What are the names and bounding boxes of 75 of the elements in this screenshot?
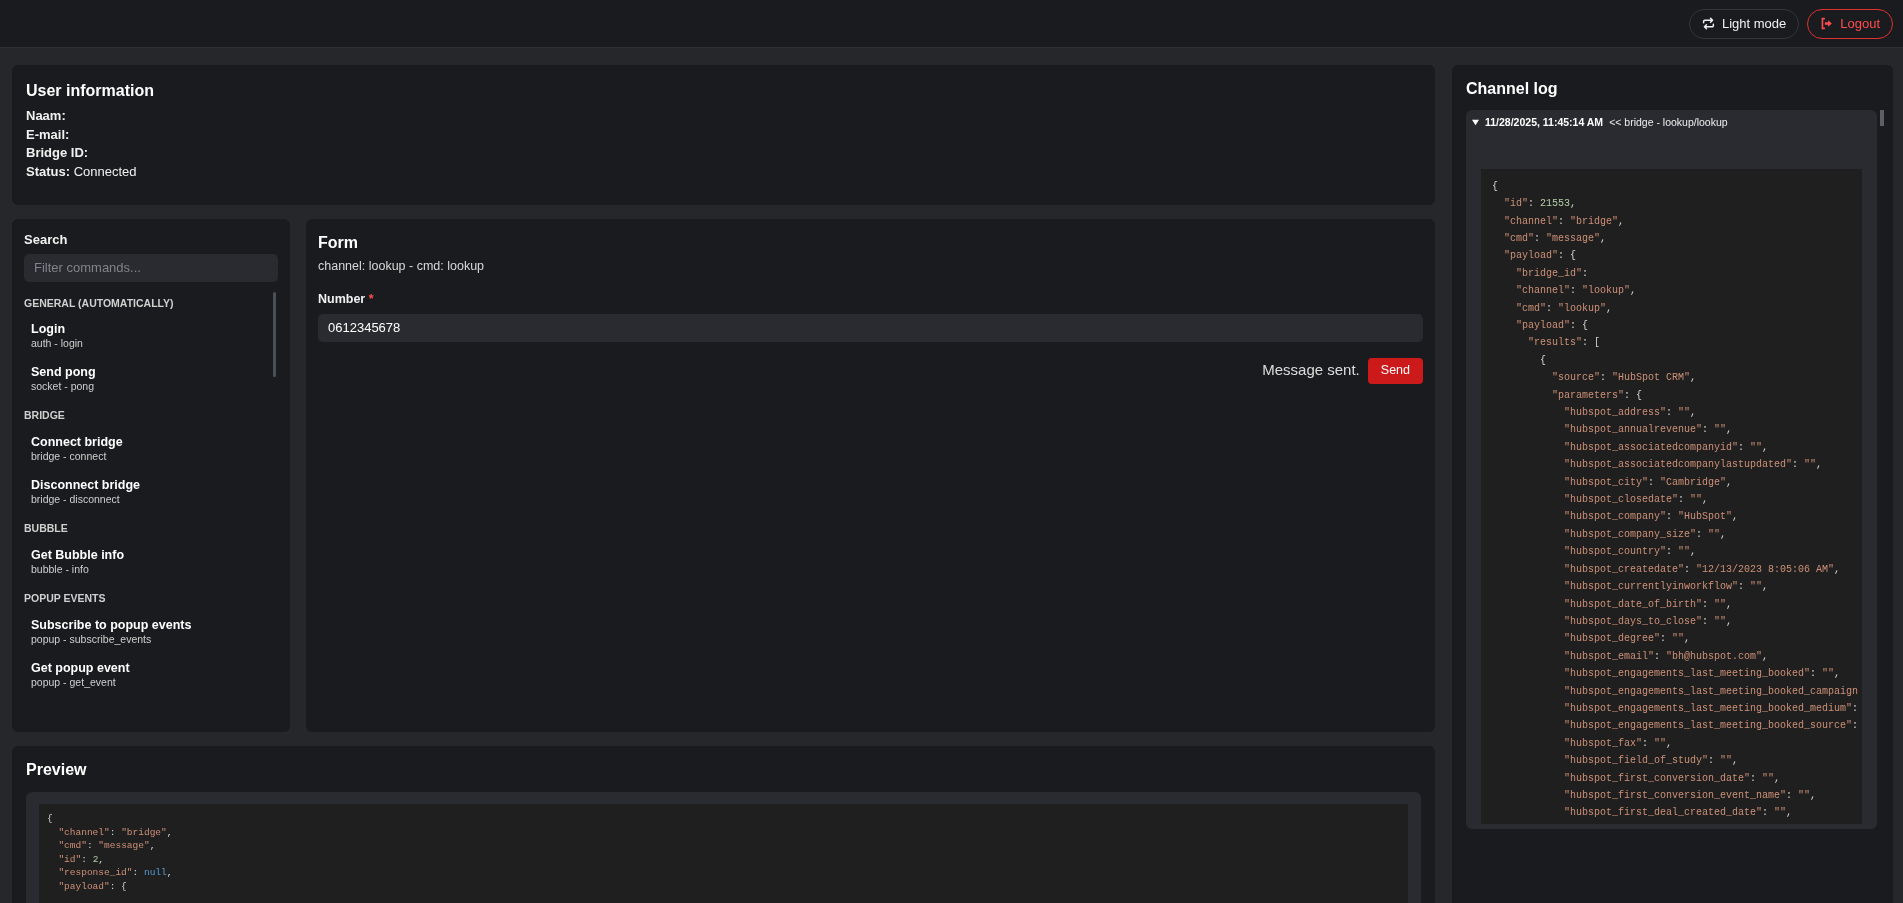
code-line: "hubspot_degree": "", [1563,632,1692,647]
code-line: "cmd": "message", [1503,231,1608,246]
code-line: "hubspot_engagements_last_meeting_booked_campaign [1563,684,1860,699]
disclosure-triangle-icon[interactable] [1472,119,1479,127]
code-line: "parameters": { [1551,388,1644,403]
group-heading: BUBBLE [24,521,69,536]
code-line: "payload": { [1503,249,1578,264]
group-heading: BRIDGE [24,408,66,424]
code-line: "payload": { [57,879,128,894]
code-line: "hubspot_email": "bh@hubspot.com", [1563,649,1770,664]
command-item[interactable]: Login auth - login [24,314,278,358]
command-item[interactable]: Get Bubble info bubble - info [24,539,278,583]
code-line: "hubspot_createdate": "12/13/2023 8:05:06 AM", [1563,562,1842,577]
code-line: { [1539,353,1547,368]
code-line: "hubspot_city": "Cambridge", [1563,475,1734,490]
log-entry-header[interactable]: 11/28/2025, 11:45:14 AM << bridge - lookup/lookup [1466,110,1877,136]
field-label: Number * [318,290,375,308]
code-line: "hubspot_first_deal_created_date": "", [1563,806,1794,821]
code-line: "hubspot_currentlyinworkflow": "", [1563,580,1770,595]
code-line: "payload": { [1515,319,1590,333]
code-line: "hubspot_days_to_close": "", [1563,614,1734,629]
code-line: "channel": "bridge", [57,825,174,840]
card-title: Preview [26,760,88,780]
card-title: Channel log [1466,79,1559,99]
code-line: "hubspot_country": "", [1563,545,1698,560]
group-heading: POPUP EVENTS [24,590,107,606]
code-line: "source": "HubSpot CRM", [1551,371,1698,386]
code-line: "hubspot_engagements_last_meeting_booked": "", [1563,667,1842,682]
form-title: Form [318,233,359,253]
group-heading: GENERAL (AUTOMATICALLY) [24,295,175,311]
code-line: "response_id": null, [57,866,174,880]
code-line: "channel": "lookup", [1515,284,1638,299]
code-line: "hubspot_first_conversion_date": "", [1563,771,1782,786]
search-field[interactable]: Filter commands... [24,253,278,282]
send-button[interactable]: Send [1367,357,1423,384]
code-line: { [1492,179,1499,194]
code-line: "hubspot_date_of_birth": "", [1563,597,1734,612]
command-item[interactable]: Disconnect bridge bridge - disconnect [24,470,278,513]
card-title: User information [26,81,155,101]
code-line: "hubspot_closedate": "", [1563,493,1710,508]
code-line: "hubspot_associatedcompanylastupdated": "", [1563,458,1824,473]
code-line: "cmd": "lookup", [1515,301,1614,316]
command-item[interactable]: Subscribe to popup events popup - subscribe_events [24,609,278,653]
code-line: "hubspot_fax": "", [1563,736,1674,751]
code-line: "hubspot_associatedcompanyid": "", [1563,440,1770,455]
code-line: "hubspot_engagements_last_meeting_booked_medium": [1563,701,1860,716]
code-line: "hubspot_address": "", [1563,406,1698,421]
code-line: "bridge_id": [1515,266,1590,281]
command-item[interactable]: Get popup event popup - get_event [24,652,278,696]
command-item[interactable]: Send pong socket - pong [24,357,278,401]
code-line: "hubspot_company": "HubSpot", [1563,510,1740,525]
code-line: "hubspot_first_conversion_event_name": "", [1563,788,1818,803]
info-line: Naam: [26,107,67,125]
form-subtitle: channel: lookup - cmd: lookup [318,258,486,275]
search-label: Search [24,231,69,249]
code-line: "results": [ [1527,336,1602,351]
code-line: "hubspot_annualrevenue": "", [1563,423,1734,438]
code-line: "channel": "bridge", [1503,214,1626,229]
code-line: "hubspot_field_of_study": "", [1563,754,1740,769]
number-field[interactable]: 0612345678 [318,313,1423,342]
code-line: "cmd": "message", [57,839,157,853]
code-line: "hubspot_company_size": "", [1563,527,1728,542]
code-line: "id": 2, [57,852,106,867]
status-message: Message sent. [1262,360,1360,381]
scrollbar-thumb[interactable] [1880,110,1884,126]
code-line: "hubspot_engagements_last_meeting_booked_source": [1563,719,1860,734]
code-line: { [47,812,54,826]
info-line: E-mail: [26,125,71,144]
info-line: Status: Connected [26,162,138,181]
scrollbar-thumb[interactable] [273,291,276,377]
swap-arrows-icon [1701,17,1715,30]
code-line: "id": 21553, [1503,197,1578,212]
command-item[interactable]: Connect bridge bridge - connect [24,427,278,470]
info-line: Bridge ID: [26,144,90,162]
logout-icon [1820,17,1834,30]
